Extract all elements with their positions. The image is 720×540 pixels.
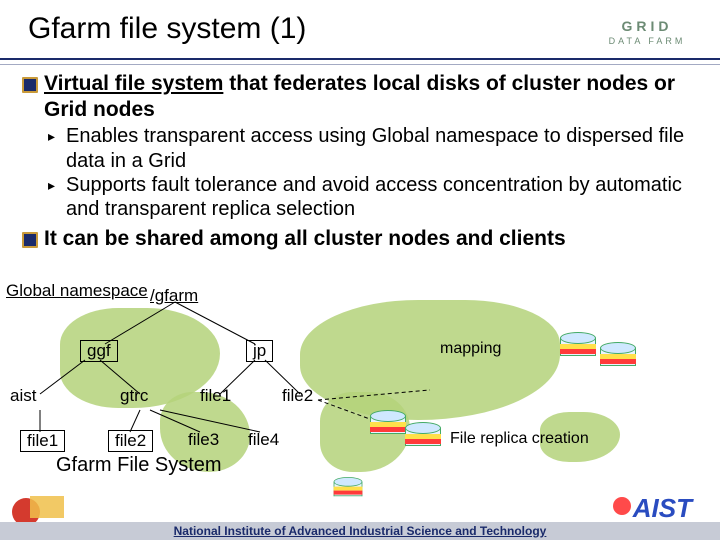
bullet-main-2-text: It can be shared among all cluster nodes… xyxy=(44,227,566,250)
page-title: Gfarm file system (1) xyxy=(28,12,592,46)
disk-icon xyxy=(405,422,441,452)
node-aist: aist xyxy=(10,386,36,406)
node-root: /gfarm xyxy=(150,286,198,306)
node-jp: jp xyxy=(246,340,273,362)
bullet-sub-1: Enables transparent access using Global … xyxy=(66,124,694,173)
disk-icon xyxy=(370,410,406,440)
logo-bottom-text: DATA FARM xyxy=(609,36,686,46)
bullet-main-1a: Virtual file system xyxy=(44,72,223,95)
grid-data-farm-logo: GRID DATA FARM xyxy=(592,12,702,52)
divider-thin xyxy=(0,64,720,65)
node-file3: file3 xyxy=(188,430,219,450)
node-ggf: ggf xyxy=(80,340,118,362)
aist-text: AIST xyxy=(633,493,692,523)
gfs-title: Gfarm File System xyxy=(56,454,222,477)
node-file2: file2 xyxy=(108,430,153,452)
node-gtrc: gtrc xyxy=(120,386,148,406)
aist-dot-icon xyxy=(613,497,631,515)
diagram-area: Global namespace /gfarm ggf jp aist gtrc… xyxy=(0,282,720,492)
bullet-main-2: It can be shared among all cluster nodes… xyxy=(44,226,694,252)
footer: AIST National Institute of Advanced Indu… xyxy=(0,490,720,540)
content-block: Virtual file system that federates local… xyxy=(0,65,720,251)
node-file2-upper: file2 xyxy=(282,386,313,406)
divider xyxy=(0,58,720,60)
label-global-namespace: Global namespace xyxy=(6,282,148,300)
note-replica: File replica creation xyxy=(450,430,589,448)
node-file1: file1 xyxy=(20,430,65,452)
disk-icon xyxy=(560,332,596,362)
footer-institute: National Institute of Advanced Industria… xyxy=(0,522,720,540)
note-mapping: mapping xyxy=(440,340,501,358)
bullet-main-1: Virtual file system that federates local… xyxy=(44,71,694,122)
node-file1-upper: file1 xyxy=(200,386,231,406)
disk-icon xyxy=(600,342,636,372)
logo-top-text: GRID xyxy=(622,18,673,34)
bullet-sub-2: Supports fault tolerance and avoid acces… xyxy=(66,173,694,222)
aist-logo: AIST xyxy=(613,493,692,524)
node-file4: file4 xyxy=(248,430,279,450)
